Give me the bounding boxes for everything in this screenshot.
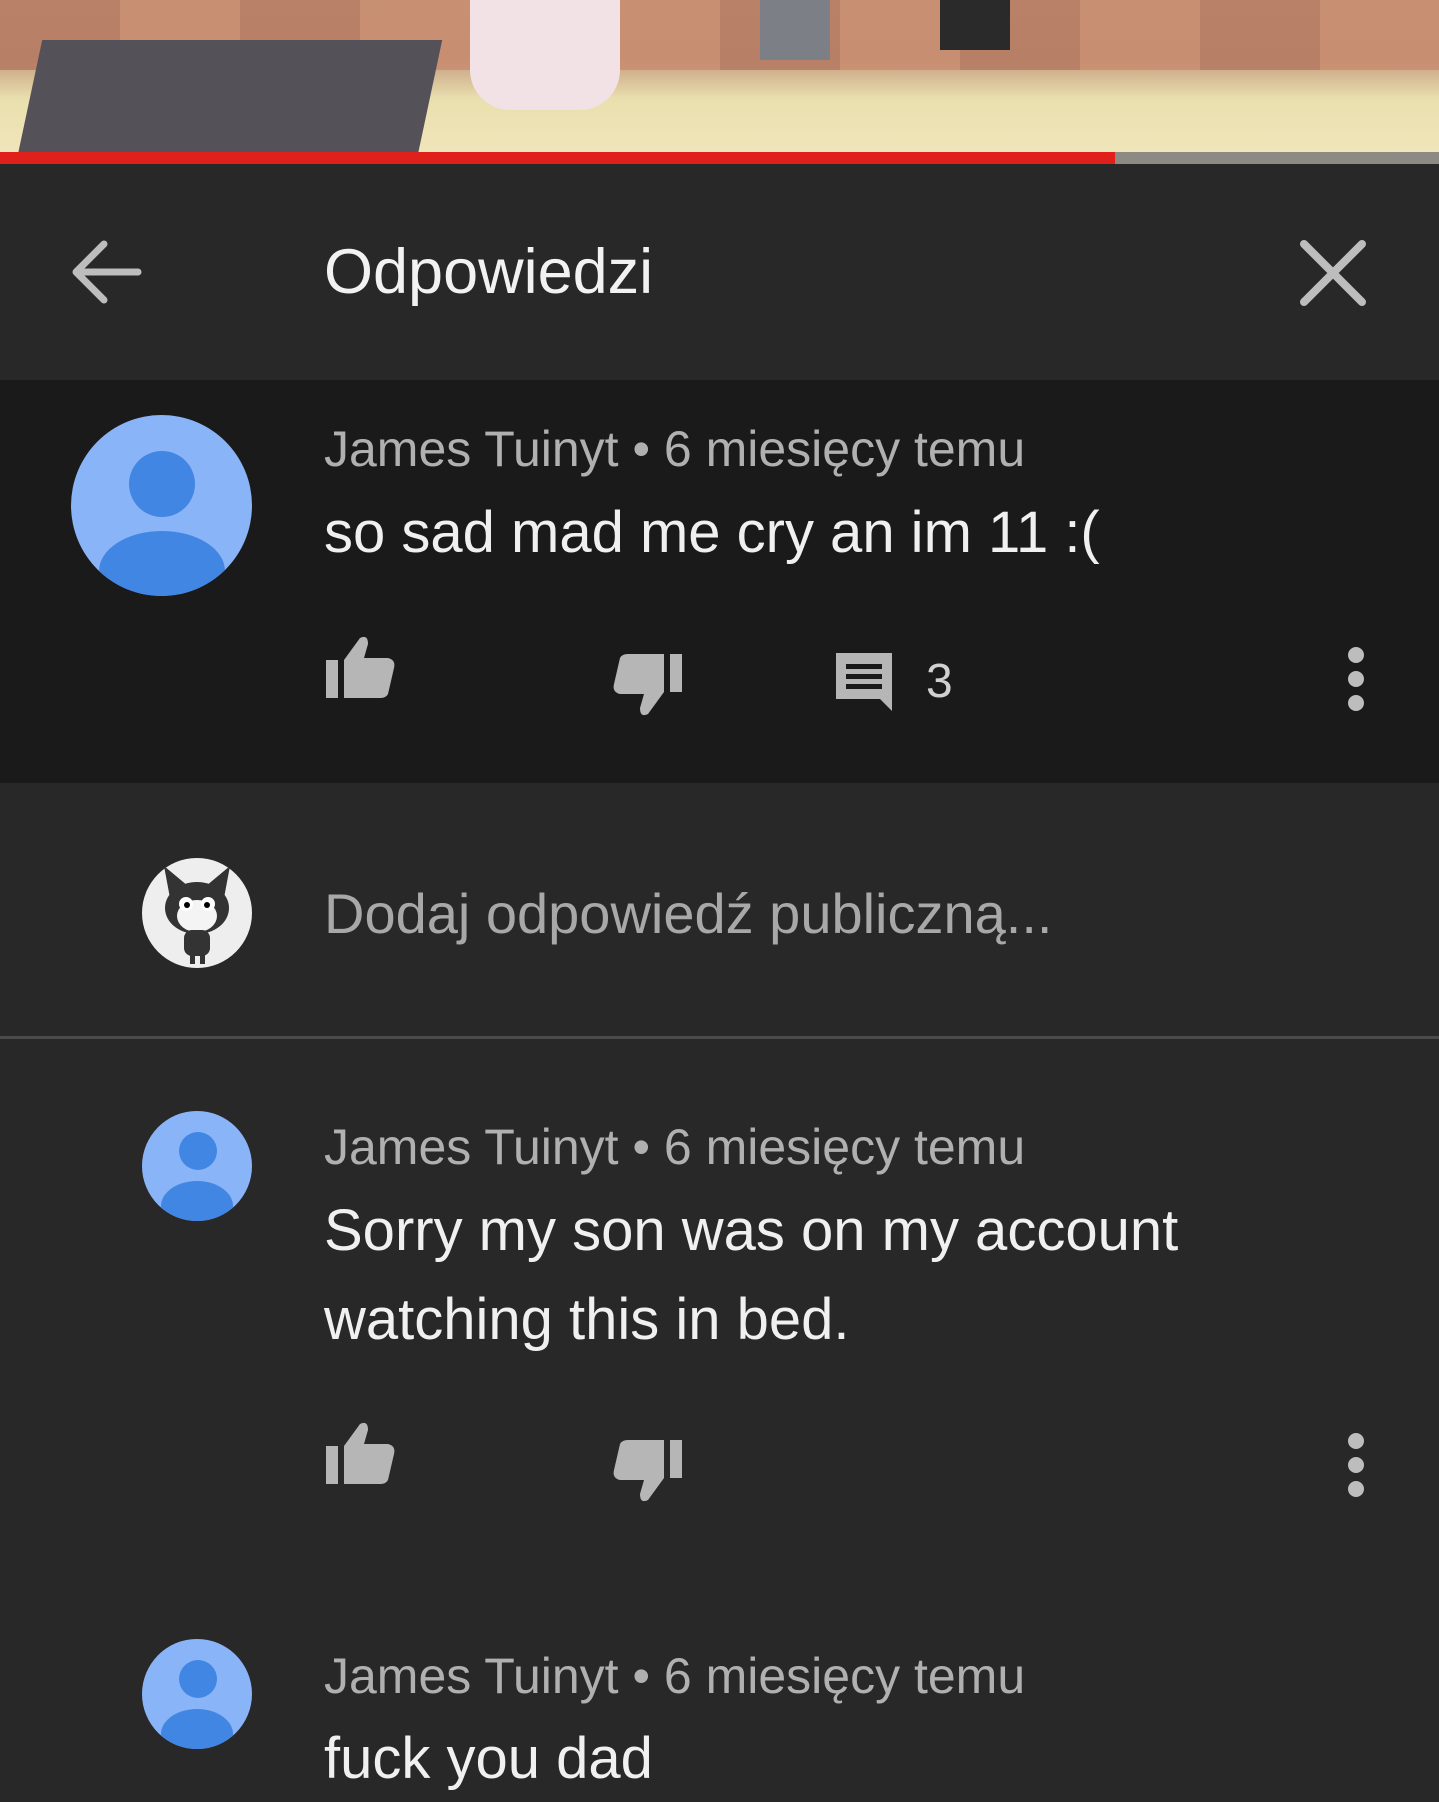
- replies-icon[interactable]: [832, 649, 896, 713]
- avatar[interactable]: [142, 1111, 252, 1221]
- comment-text: fuck you dad: [324, 1726, 653, 1791]
- page-title: Odpowiedzi: [324, 237, 654, 307]
- dislike-icon[interactable]: [612, 652, 684, 718]
- avatar-person-body: [161, 1709, 233, 1749]
- video-progress-fill: [0, 152, 1116, 164]
- more-options-icon[interactable]: [1346, 1432, 1366, 1498]
- video-frame-object: [940, 0, 1010, 50]
- avatar[interactable]: [71, 415, 252, 596]
- meta-separator: •: [632, 421, 650, 477]
- comment-meta: James Tuinyt • 6 miesięcy temu: [324, 420, 1025, 478]
- video-frame-object: [760, 0, 830, 60]
- comment-author[interactable]: James Tuinyt: [324, 421, 619, 477]
- replies-header: [0, 164, 1439, 379]
- user-avatar[interactable]: [142, 858, 252, 968]
- close-icon[interactable]: [1296, 236, 1370, 310]
- arrow-left-icon[interactable]: [66, 232, 146, 312]
- more-options-icon[interactable]: [1346, 646, 1366, 712]
- avatar-person-icon: [129, 451, 195, 517]
- meta-separator: •: [632, 1648, 650, 1704]
- comment-author[interactable]: James Tuinyt: [324, 1648, 619, 1704]
- reply-input[interactable]: Dodaj odpowiedź publiczną...: [324, 881, 1052, 946]
- comment-time: 6 miesięcy temu: [663, 1648, 1026, 1704]
- comment-text: so sad mad me cry an im 11 :(: [324, 500, 1100, 565]
- comment-author[interactable]: James Tuinyt: [324, 1119, 619, 1175]
- avatar-person-icon: [179, 1132, 217, 1170]
- video-frame-object: [17, 40, 443, 155]
- like-icon[interactable]: [324, 1420, 396, 1486]
- meta-separator: •: [632, 1119, 650, 1175]
- avatar-person-body: [161, 1181, 233, 1221]
- dislike-icon[interactable]: [612, 1438, 684, 1504]
- reply-count[interactable]: 3: [926, 654, 953, 709]
- comment-meta: James Tuinyt • 6 miesięcy temu: [324, 1118, 1025, 1176]
- avatar-person-body: [99, 531, 225, 596]
- video-frame-object: [470, 0, 620, 110]
- replies-page: Odpowiedzi James Tuinyt • 6 miesięcy tem…: [0, 0, 1439, 1802]
- avatar[interactable]: [142, 1639, 252, 1749]
- video-progress-bar[interactable]: [0, 152, 1439, 164]
- video-player[interactable]: [0, 0, 1439, 164]
- comment-time: 6 miesięcy temu: [663, 1119, 1026, 1175]
- cartoon-fox-icon: [164, 866, 230, 964]
- avatar-person-icon: [179, 1660, 217, 1698]
- comment-time: 6 miesięcy temu: [663, 421, 1026, 477]
- like-icon[interactable]: [324, 634, 396, 700]
- comment-text: Sorry my son was on my account watching …: [324, 1198, 1179, 1352]
- comment-meta: James Tuinyt • 6 miesięcy temu: [324, 1647, 1025, 1705]
